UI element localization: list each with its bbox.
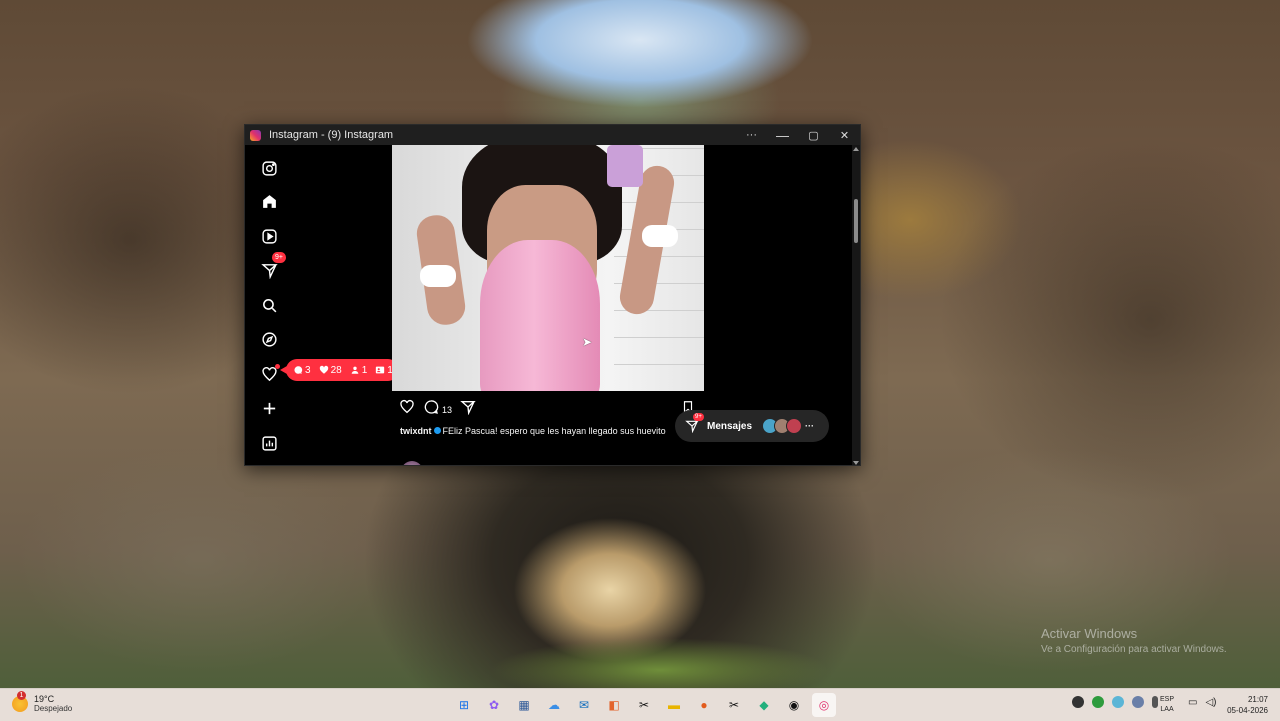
- maximize-button[interactable]: ▢: [798, 125, 829, 145]
- close-button[interactable]: ✕: [829, 125, 860, 145]
- window-title: Instagram - (9) Instagram: [269, 129, 394, 141]
- clock-date: 05-04-2026: [1227, 706, 1268, 715]
- app-icon[interactable]: ◧: [602, 693, 626, 717]
- messages-icon[interactable]: 9+: [258, 252, 286, 281]
- comment-icon[interactable]: [423, 399, 439, 420]
- weather-temperature: 19°C: [34, 694, 55, 704]
- scroll-down-arrow[interactable]: [853, 461, 859, 465]
- contact-card-icon: [376, 366, 385, 374]
- capcut-icon[interactable]: ✂: [632, 693, 656, 717]
- file-explorer-icon[interactable]: ▬: [662, 693, 686, 717]
- messages-bar[interactable]: 9+ Mensajes ···: [675, 410, 829, 442]
- instagram-logo-icon[interactable]: [258, 157, 280, 179]
- minimize-button[interactable]: —: [767, 125, 798, 145]
- photo-cuff-right: [642, 225, 678, 247]
- mouse-cursor: ➤: [582, 335, 593, 349]
- app-content: 9+ 3 28 1 1 ➤ 13 twixdnt FEliz Pascua! e…: [245, 145, 860, 465]
- tray-icon[interactable]: [1132, 696, 1144, 708]
- post-image[interactable]: ➤: [392, 145, 704, 391]
- clock[interactable]: 21:07 05-04-2026: [1222, 694, 1268, 716]
- weather-condition: Despejado: [34, 704, 73, 713]
- verified-badge-icon: [433, 427, 441, 434]
- message-avatars: [762, 418, 803, 434]
- more-options-button[interactable]: ···: [736, 125, 767, 145]
- window-scrollbar[interactable]: [852, 145, 860, 465]
- tray-icon[interactable]: [1072, 696, 1084, 708]
- instagram-window: Instagram - (9) Instagram ··· — ▢ ✕ 9+ 3…: [244, 124, 861, 466]
- notifications-icon[interactable]: [258, 363, 280, 385]
- firefox-icon[interactable]: ●: [692, 693, 716, 717]
- language-indicator[interactable]: ESP LAA: [1160, 695, 1174, 715]
- like-icon[interactable]: [399, 399, 415, 420]
- taskbar-apps: ⊞ ✿ ▦ ☁ ✉ ◧ ✂ ▬ ● ✂ ◆ ◉ ◎: [452, 693, 836, 717]
- next-post-avatar[interactable]: [401, 461, 423, 465]
- share-icon[interactable]: [460, 399, 476, 420]
- post-caption: twixdnt FEliz Pascua! espero que les haya…: [400, 426, 666, 436]
- volume-icon: ◁): [1205, 697, 1217, 708]
- photo-phone: [607, 145, 643, 187]
- weather-widget[interactable]: 19°C Despejado: [12, 690, 73, 713]
- scroll-thumb[interactable]: [854, 199, 858, 243]
- weather-sun-icon: [12, 690, 28, 712]
- home-icon[interactable]: [258, 190, 280, 212]
- post-username[interactable]: twixdnt: [400, 426, 432, 436]
- system-icons[interactable]: ▭ ◁): [1188, 697, 1216, 708]
- capcut-icon-2[interactable]: ✂: [722, 693, 746, 717]
- heart-icon: [319, 365, 328, 374]
- notifications-summary-pill[interactable]: 3 28 1 1: [280, 359, 399, 381]
- activate-windows-watermark: Activar Windows Ve a Configuración para …: [1041, 626, 1227, 655]
- mentions-count: 1: [375, 365, 393, 376]
- watermark-title: Activar Windows: [1041, 626, 1138, 641]
- post-actions: 13: [399, 399, 476, 420]
- game-app-icon[interactable]: ◆: [752, 693, 776, 717]
- system-tray: [1072, 696, 1158, 708]
- photo-figure-outfit: [480, 240, 600, 391]
- instagram-taskbar-icon[interactable]: ◎: [812, 693, 836, 717]
- calculator-icon[interactable]: ▦: [512, 693, 536, 717]
- messages-more: ···: [805, 421, 815, 431]
- reels-icon[interactable]: [258, 225, 280, 247]
- create-icon[interactable]: [258, 397, 280, 419]
- messages-badge: 9+: [272, 252, 286, 263]
- app-icon-dark[interactable]: ◉: [782, 693, 806, 717]
- watermark-subtitle: Ve a Configuración para activar Windows.: [1041, 644, 1227, 655]
- tray-icon[interactable]: [1112, 696, 1124, 708]
- clock-time: 21:07: [1247, 695, 1268, 704]
- messages-label: Mensajes: [707, 420, 753, 432]
- taskbar: 19°C Despejado ⊞ ✿ ▦ ☁ ✉ ◧ ✂ ▬ ● ✂ ◆ ◉ ◎…: [0, 688, 1280, 721]
- search-icon[interactable]: [258, 294, 280, 316]
- caption-text: FEliz Pascua! espero que les hayan llega…: [442, 426, 666, 436]
- instagram-app-icon: [250, 129, 261, 141]
- tray-icon[interactable]: [1092, 696, 1104, 708]
- comment-count: 13: [442, 404, 453, 415]
- outlook-icon[interactable]: ✉: [572, 693, 596, 717]
- window-controls: ··· — ▢ ✕: [736, 125, 860, 145]
- comment-icon: [294, 366, 303, 374]
- explore-icon[interactable]: [258, 328, 280, 350]
- likes-count: 28: [319, 365, 342, 376]
- person-icon: [351, 366, 359, 374]
- window-titlebar[interactable]: Instagram - (9) Instagram ··· — ▢ ✕: [245, 125, 860, 145]
- avatar: [786, 418, 803, 434]
- insights-icon[interactable]: [258, 432, 280, 454]
- network-icon: ▭: [1188, 697, 1198, 708]
- copilot-icon[interactable]: ✿: [482, 693, 506, 717]
- start-menu-icon[interactable]: ⊞: [452, 693, 476, 717]
- onedrive-icon[interactable]: ☁: [542, 693, 566, 717]
- cave-floor-grass: [460, 630, 880, 688]
- scroll-up-arrow[interactable]: [853, 147, 859, 151]
- photo-cuff-left: [420, 265, 456, 287]
- direct-icon: 9+: [685, 413, 704, 434]
- microphone-icon[interactable]: [1152, 696, 1158, 708]
- comments-count: 3: [293, 365, 311, 376]
- messages-bar-badge: 9+: [693, 413, 704, 421]
- follows-count: 1: [350, 365, 367, 376]
